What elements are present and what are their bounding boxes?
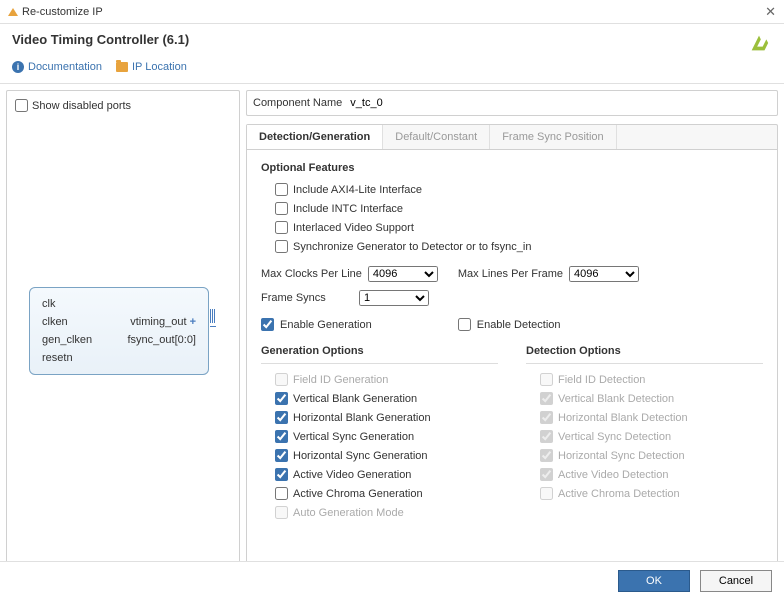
axi4-lite-checkbox[interactable]: [275, 183, 288, 196]
intc-label: Include INTC Interface: [293, 203, 403, 215]
det-av-checkbox: [540, 468, 553, 481]
det-hs-label: Horizontal Sync Detection: [558, 450, 685, 462]
close-icon[interactable]: ✕: [765, 4, 776, 20]
gen-field-label: Field ID Generation: [293, 374, 388, 386]
det-hb-checkbox: [540, 411, 553, 424]
gen-vs-checkbox[interactable]: [275, 430, 288, 443]
gen-auto-label: Auto Generation Mode: [293, 507, 404, 519]
enable-detection-checkbox[interactable]: [458, 318, 471, 331]
gen-av-label: Active Video Generation: [293, 469, 411, 481]
generation-options-title: Generation Options: [261, 345, 498, 357]
gen-hs-checkbox[interactable]: [275, 449, 288, 462]
tab-frame-sync-position[interactable]: Frame Sync Position: [490, 125, 616, 149]
max-lines-select[interactable]: 4096: [569, 266, 639, 282]
gen-vs-label: Vertical Sync Generation: [293, 431, 414, 443]
enable-generation-label: Enable Generation: [280, 319, 372, 331]
show-disabled-ports-label: Show disabled ports: [32, 100, 131, 112]
sync-gen-checkbox[interactable]: [275, 240, 288, 253]
det-vs-label: Vertical Sync Detection: [558, 431, 671, 443]
enable-detection-label: Enable Detection: [477, 319, 561, 331]
det-field-label: Field ID Detection: [558, 374, 645, 386]
sync-gen-label: Synchronize Generator to Detector or to …: [293, 241, 531, 253]
window-title: Re-customize IP: [22, 6, 765, 18]
cancel-button[interactable]: Cancel: [700, 570, 772, 592]
port-vtiming-out: vtiming_out: [108, 314, 196, 330]
interlaced-label: Interlaced Video Support: [293, 222, 414, 234]
gen-field-checkbox: [275, 373, 288, 386]
det-field-checkbox: [540, 373, 553, 386]
det-vb-label: Vertical Blank Detection: [558, 393, 674, 405]
gen-vb-checkbox[interactable]: [275, 392, 288, 405]
ip-block-diagram: clk clkenvtiming_out gen_clkenfsync_out[…: [29, 287, 209, 375]
gen-ac-checkbox[interactable]: [275, 487, 288, 500]
intc-checkbox[interactable]: [275, 202, 288, 215]
det-ac-label: Active Chroma Detection: [558, 488, 680, 500]
show-disabled-ports-checkbox[interactable]: [15, 99, 28, 112]
port-fsync-out: fsync_out[0:0]: [108, 332, 196, 348]
frame-syncs-label: Frame Syncs: [261, 292, 353, 304]
folder-icon: [116, 62, 128, 72]
tab-detection-generation[interactable]: Detection/Generation: [247, 125, 383, 150]
frame-syncs-select[interactable]: 1: [359, 290, 429, 306]
axi4-lite-label: Include AXI4-Lite Interface: [293, 184, 422, 196]
app-icon: [8, 8, 18, 16]
port-gen-clken: gen_clken: [42, 332, 106, 348]
det-ac-checkbox: [540, 487, 553, 500]
documentation-link[interactable]: i Documentation: [12, 61, 102, 73]
info-icon: i: [12, 61, 24, 73]
optional-features-title: Optional Features: [261, 162, 763, 174]
gen-hb-checkbox[interactable]: [275, 411, 288, 424]
documentation-label: Documentation: [28, 61, 102, 73]
tab-default-constant[interactable]: Default/Constant: [383, 125, 490, 149]
gen-hb-label: Horizontal Blank Generation: [293, 412, 431, 424]
det-vb-checkbox: [540, 392, 553, 405]
det-vs-checkbox: [540, 430, 553, 443]
ip-location-label: IP Location: [132, 61, 187, 73]
ok-button[interactable]: OK: [618, 570, 690, 592]
gen-av-checkbox[interactable]: [275, 468, 288, 481]
det-hb-label: Horizontal Blank Detection: [558, 412, 688, 424]
max-lines-label: Max Lines Per Frame: [458, 268, 563, 280]
interlaced-checkbox[interactable]: [275, 221, 288, 234]
det-hs-checkbox: [540, 449, 553, 462]
enable-generation-checkbox[interactable]: [261, 318, 274, 331]
gen-vb-label: Vertical Blank Generation: [293, 393, 417, 405]
detection-options-title: Detection Options: [526, 345, 763, 357]
max-clocks-select[interactable]: 4096: [368, 266, 438, 282]
port-resetn: resetn: [42, 350, 106, 366]
port-clken: clken: [42, 314, 106, 330]
port-clk: clk: [42, 296, 106, 312]
vendor-logo: [748, 32, 770, 57]
det-av-label: Active Video Detection: [558, 469, 668, 481]
max-clocks-label: Max Clocks Per Line: [261, 268, 362, 280]
component-name-label: Component Name: [253, 97, 342, 109]
component-name-input[interactable]: [348, 95, 771, 111]
gen-auto-checkbox: [275, 506, 288, 519]
ip-location-link[interactable]: IP Location: [116, 61, 187, 73]
gen-ac-label: Active Chroma Generation: [293, 488, 423, 500]
page-title: Video Timing Controller (6.1): [0, 24, 784, 55]
gen-hs-label: Horizontal Sync Generation: [293, 450, 428, 462]
